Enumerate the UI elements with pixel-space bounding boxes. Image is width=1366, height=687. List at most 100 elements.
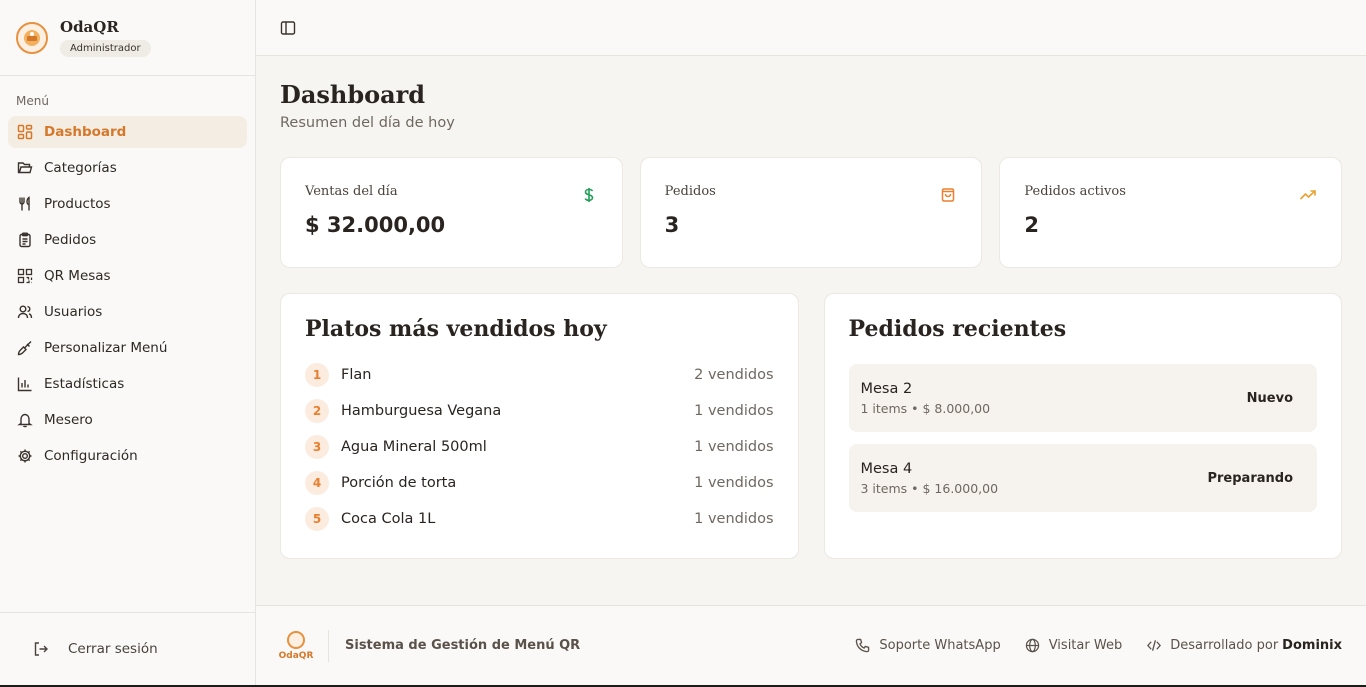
- stats-row: Ventas del día $ 32.000,00 Pedidos 3 Ped…: [280, 157, 1343, 268]
- sidebar-item-productos[interactable]: Productos: [8, 188, 247, 220]
- stat-label: Pedidos activos: [1024, 184, 1126, 199]
- panels-row: Platos más vendidos hoy 1 Flan 2 vendido…: [280, 293, 1342, 559]
- sidebar-item-configuracion[interactable]: Configuración: [8, 440, 247, 472]
- panel-left-icon: [280, 20, 296, 35]
- developer-link[interactable]: Desarrollado por Dominix: [1146, 638, 1342, 654]
- panel-title: Pedidos recientes: [848, 316, 1067, 342]
- dish-name: Flan: [341, 367, 372, 383]
- visit-web-label: Visitar Web: [1048, 638, 1123, 653]
- whatsapp-label: Soporte WhatsApp: [879, 638, 1001, 653]
- visit-web-link[interactable]: Visitar Web: [1025, 638, 1123, 654]
- sidebar-item-label: Estadísticas: [44, 376, 125, 392]
- developer-name: Dominix: [1282, 638, 1342, 653]
- rank-badge: 4: [305, 471, 329, 495]
- top-dishes-list: 1 Flan 2 vendidos 2 Hamburguesa Vegana 1…: [305, 362, 774, 532]
- stat-card-sales: Ventas del día $ 32.000,00: [280, 157, 623, 268]
- trending-up-icon: [1299, 186, 1317, 204]
- bell-icon: [16, 411, 34, 429]
- dish-count: 2 vendidos: [694, 367, 774, 383]
- paintbrush-icon: [16, 339, 34, 357]
- sidebar-item-categorias[interactable]: Categorías: [8, 152, 247, 184]
- list-item: 5 Coca Cola 1L 1 vendidos: [305, 506, 774, 532]
- stat-value: 3: [664, 213, 680, 237]
- dish-name: Agua Mineral 500ml: [341, 439, 487, 455]
- list-item: 3 Agua Mineral 500ml 1 vendidos: [305, 434, 774, 460]
- logout-icon: [32, 640, 50, 658]
- shopping-bag-icon: [939, 186, 957, 204]
- dollar-icon: [580, 186, 598, 204]
- list-item: 4 Porción de torta 1 vendidos: [305, 470, 774, 496]
- app-window: OdaQR Administrador Menú Dashboard Categ…: [0, 0, 1366, 685]
- sidebar-item-personalizar-menu[interactable]: Personalizar Menú: [8, 332, 247, 364]
- rank-badge: 3: [305, 435, 329, 459]
- sidebar-item-label: QR Mesas: [44, 268, 111, 284]
- developer-prefix: Desarrollado por: [1170, 638, 1279, 653]
- phone-icon: [855, 638, 871, 654]
- qr-code-icon: [16, 267, 34, 285]
- code-icon: [1146, 638, 1162, 654]
- sidebar-item-dashboard[interactable]: Dashboard: [8, 116, 247, 148]
- odaqr-logo-icon: [287, 630, 305, 649]
- list-item: 1 Flan 2 vendidos: [305, 362, 774, 388]
- sidebar-item-label: Usuarios: [44, 304, 103, 320]
- folder-icon: [16, 159, 34, 177]
- sidebar-nav: Dashboard Categorías Productos Pedidos Q…: [0, 116, 255, 476]
- stat-value: 2: [1024, 213, 1039, 237]
- stat-card-orders: Pedidos 3: [639, 157, 983, 268]
- brand-header: OdaQR Administrador: [0, 0, 255, 76]
- sidebar-item-label: Pedidos: [44, 232, 97, 248]
- sidebar-item-label: Personalizar Menú: [44, 340, 168, 356]
- sidebar-item-qr-mesas[interactable]: QR Mesas: [8, 260, 247, 292]
- stat-card-active-orders: Pedidos activos 2: [999, 157, 1343, 268]
- main-area: Dashboard Resumen del día de hoy Ventas …: [256, 0, 1366, 685]
- sidebar-item-pedidos[interactable]: Pedidos: [8, 224, 247, 256]
- sidebar-item-mesero[interactable]: Mesero: [8, 404, 247, 436]
- menu-section-label: Menú: [16, 94, 49, 108]
- footer-logo: OdaQR: [278, 630, 314, 661]
- page-subtitle: Resumen del día de hoy: [280, 115, 455, 131]
- globe-icon: [1025, 638, 1041, 654]
- page-title: Dashboard: [280, 80, 426, 109]
- sidebar: OdaQR Administrador Menú Dashboard Categ…: [0, 0, 256, 685]
- dashboard-icon: [16, 123, 34, 141]
- panel-title: Platos más vendidos hoy: [305, 316, 607, 342]
- dish-name: Porción de torta: [341, 475, 457, 491]
- whatsapp-support-link[interactable]: Soporte WhatsApp: [855, 638, 1001, 654]
- sidebar-item-estadisticas[interactable]: Estadísticas: [8, 368, 247, 400]
- order-card[interactable]: Mesa 2 1 items • $ 8.000,00 Nuevo: [848, 364, 1317, 432]
- sidebar-item-label: Productos: [44, 196, 111, 212]
- bar-chart-icon: [16, 375, 34, 393]
- recent-orders-panel: Pedidos recientes Mesa 2 1 items • $ 8.0…: [823, 293, 1342, 559]
- order-card[interactable]: Mesa 4 3 items • $ 16.000,00 Preparando: [848, 444, 1317, 512]
- rank-badge: 1: [305, 363, 329, 387]
- dish-count: 1 vendidos: [694, 511, 774, 527]
- status-badge: Preparando: [1207, 470, 1293, 486]
- recent-orders-list: Mesa 2 1 items • $ 8.000,00 Nuevo Mesa 4…: [848, 364, 1317, 512]
- top-dishes-panel: Platos más vendidos hoy 1 Flan 2 vendido…: [280, 293, 799, 559]
- brand-name: OdaQR: [60, 18, 119, 36]
- rank-badge: 2: [305, 399, 329, 423]
- dish-name: Coca Cola 1L: [341, 511, 436, 527]
- dish-count: 1 vendidos: [694, 439, 774, 455]
- role-badge: Administrador: [60, 40, 151, 57]
- logout-label: Cerrar sesión: [68, 641, 158, 657]
- stat-value: $ 32.000,00: [305, 213, 446, 237]
- footer-logo-text: OdaQR: [278, 650, 314, 661]
- order-meta: 1 items • $ 8.000,00: [860, 400, 991, 416]
- logout-button[interactable]: Cerrar sesión: [0, 612, 255, 685]
- sidebar-item-label: Mesero: [44, 412, 93, 428]
- rank-badge: 5: [305, 507, 329, 531]
- footer-system-name: Sistema de Gestión de Menú QR: [345, 638, 581, 653]
- odaqr-logo: [16, 21, 48, 54]
- order-meta: 3 items • $ 16.000,00: [860, 480, 999, 496]
- dashboard-content: Dashboard Resumen del día de hoy Ventas …: [256, 56, 1366, 605]
- dish-count: 1 vendidos: [694, 475, 774, 491]
- utensils-icon: [16, 195, 34, 213]
- list-item: 2 Hamburguesa Vegana 1 vendidos: [305, 398, 774, 424]
- topbar: [256, 0, 1366, 56]
- stat-label: Pedidos: [664, 184, 716, 199]
- sidebar-toggle-button[interactable]: [278, 18, 298, 38]
- footer: OdaQR Sistema de Gestión de Menú QR Sopo…: [256, 605, 1366, 685]
- dish-count: 1 vendidos: [694, 403, 774, 419]
- sidebar-item-usuarios[interactable]: Usuarios: [8, 296, 247, 328]
